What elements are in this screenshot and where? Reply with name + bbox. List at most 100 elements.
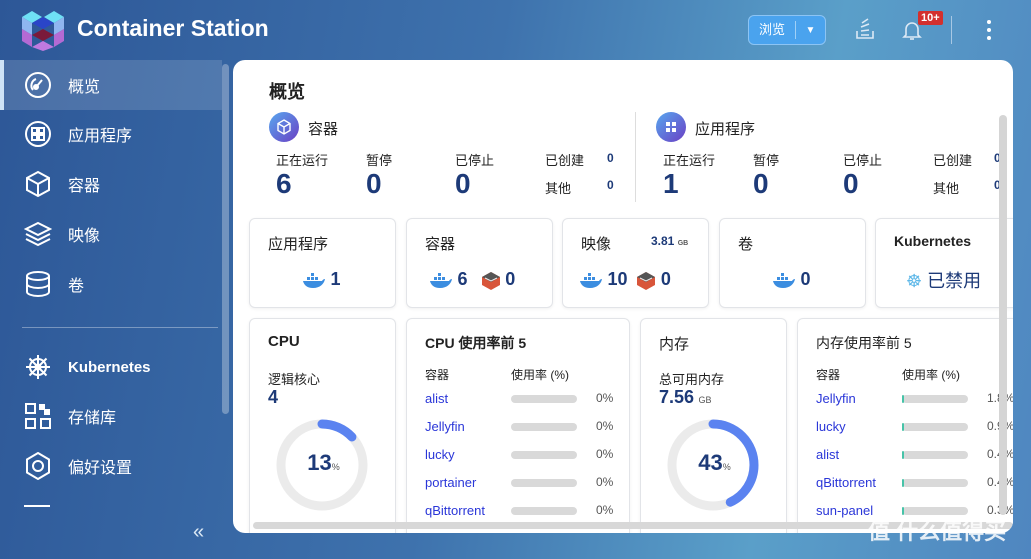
running-count: 1 xyxy=(663,168,679,199)
container-link[interactable]: alist xyxy=(425,391,448,406)
kubernetes-status: 已禁用 xyxy=(927,271,982,291)
paused-count: 0 xyxy=(753,168,769,199)
total-memory-value: 7.56 xyxy=(659,387,695,407)
layers-icon xyxy=(24,220,52,248)
container-link[interactable]: portainer xyxy=(425,475,476,490)
cube-icon xyxy=(24,170,52,198)
created-label: 已创建 xyxy=(933,153,973,168)
sidebar-item-containers[interactable]: 容器 xyxy=(0,159,222,209)
volumes-card[interactable]: 卷 0 xyxy=(719,218,866,308)
paused-label: 暂停 xyxy=(753,153,780,168)
container-link[interactable]: sun-panel xyxy=(816,503,873,518)
sidebar-item-preferences[interactable]: 偏好设置 xyxy=(0,441,222,491)
docker-count: 10 xyxy=(607,269,628,289)
usage-bar-fill xyxy=(902,451,904,459)
usage-bar xyxy=(511,451,577,459)
sidebar-item-label: Kubernetes xyxy=(68,358,151,376)
usage-value: 0% xyxy=(596,503,614,517)
sidebar-divider xyxy=(22,327,218,328)
lxd-icon xyxy=(481,271,500,290)
lxd-count: 0 xyxy=(660,269,671,289)
more-vertical-icon[interactable] xyxy=(985,19,993,41)
container-link[interactable]: qBittorrent xyxy=(425,503,485,518)
other-label: 其他 xyxy=(545,181,572,196)
sidebar-item-label: 概览 xyxy=(68,79,101,96)
container-link[interactable]: lucky xyxy=(425,447,455,462)
sidebar-item-kubernetes[interactable]: Kubernetes xyxy=(0,342,222,392)
sidebar-item-apps[interactable]: 应用程序 xyxy=(0,109,222,159)
apps-card[interactable]: 应用程序 1 xyxy=(249,218,396,308)
card-title: 容器 xyxy=(425,236,456,253)
browse-dropdown-button[interactable]: 浏览 ▼ xyxy=(748,15,826,45)
cpu-card: CPU 逻辑核心 4 13% xyxy=(249,318,396,533)
docker-icon xyxy=(303,272,325,288)
stack-icon[interactable] xyxy=(853,17,877,41)
usage-bar-fill xyxy=(902,423,904,431)
cpu-top5-card: CPU 使用率前 5 容器 使用率 (%) alist 0% Jellyfin 0… xyxy=(406,318,630,533)
helm-icon: ☸ xyxy=(906,271,923,291)
usage-bar-fill xyxy=(902,395,904,403)
kubernetes-card[interactable]: Kubernetes ☸ 已禁用 xyxy=(875,218,1013,308)
lxd-icon xyxy=(637,271,656,290)
lxd-count: 0 xyxy=(505,269,516,289)
card-title: Kubernetes xyxy=(894,233,972,249)
card-title: CPU xyxy=(268,333,300,350)
column-header-container: 容器 xyxy=(816,368,841,382)
usage-bar xyxy=(511,507,577,515)
helm-icon xyxy=(24,353,52,381)
vertical-scrollbar[interactable] xyxy=(999,115,1007,515)
other-count: 0 xyxy=(607,178,614,192)
sidebar-item-label: 映像 xyxy=(68,228,101,245)
sidebar-item-overview[interactable]: 概览 xyxy=(0,60,222,110)
sidebar-item-registry[interactable]: 存储库 xyxy=(0,391,222,441)
cube-icon xyxy=(269,112,299,142)
usage-value: 0% xyxy=(596,419,614,433)
gear-icon xyxy=(24,452,52,480)
images-card[interactable]: 映像 3.81 GB 10 0 xyxy=(562,218,709,308)
sidebar: 概览 应用程序 容器 映像 卷 Kubernetes 存储库 偏好设置 xyxy=(0,60,230,559)
docker-icon xyxy=(580,272,602,288)
containers-card[interactable]: 容器 6 0 xyxy=(406,218,553,308)
container-link[interactable]: alist xyxy=(816,447,839,462)
memory-usage-unit: % xyxy=(722,462,731,472)
usage-bar xyxy=(902,395,968,403)
column-header-usage: 使用率 (%) xyxy=(511,368,569,382)
apps-summary-title: 应用程序 xyxy=(695,121,756,138)
card-title: CPU 使用率前 5 xyxy=(425,335,527,351)
collapse-sidebar-icon[interactable]: « xyxy=(193,521,204,544)
images-size: 3.81 xyxy=(651,234,675,248)
usage-bar xyxy=(511,479,577,487)
registry-icon xyxy=(24,402,52,430)
top-bar: Container Station 浏览 ▼ 10+ xyxy=(0,0,1031,60)
usage-bar-fill xyxy=(902,479,904,487)
database-icon xyxy=(24,270,52,298)
caret-down-icon[interactable]: ▼ xyxy=(796,25,825,36)
sidebar-scrollbar[interactable] xyxy=(222,64,229,414)
paused-label: 暂停 xyxy=(366,153,393,168)
usage-bar xyxy=(511,395,577,403)
images-size-unit: GB xyxy=(677,240,689,247)
container-link[interactable]: qBittorrent xyxy=(816,475,876,490)
column-header-usage: 使用率 (%) xyxy=(902,368,960,382)
running-count: 6 xyxy=(276,168,292,199)
running-label: 正在运行 xyxy=(663,153,716,168)
card-title: 内存 xyxy=(659,336,690,353)
usage-value: 0% xyxy=(596,391,614,405)
memory-top5-card: 内存使用率前 5 容器 使用率 (%) Jellyfin 1.8%lucky 0… xyxy=(797,318,1013,533)
container-station-logo xyxy=(22,11,64,51)
summary-divider xyxy=(635,112,636,202)
page-title: 概览 xyxy=(269,82,305,102)
card-title: 卷 xyxy=(738,236,754,253)
notification-badge: 10+ xyxy=(918,11,943,25)
sidebar-item-label: 应用程序 xyxy=(68,128,133,145)
stopped-label: 已停止 xyxy=(455,153,495,168)
container-link[interactable]: Jellyfin xyxy=(816,391,856,406)
app-title: Container Station xyxy=(77,15,269,41)
cores-count: 4 xyxy=(268,387,279,407)
card-title: 映像 xyxy=(581,236,612,253)
container-link[interactable]: lucky xyxy=(816,419,846,434)
usage-value: 0% xyxy=(596,475,614,489)
sidebar-item-volumes[interactable]: 卷 xyxy=(0,259,222,309)
sidebar-item-images[interactable]: 映像 xyxy=(0,209,222,259)
container-link[interactable]: Jellyfin xyxy=(425,419,465,434)
